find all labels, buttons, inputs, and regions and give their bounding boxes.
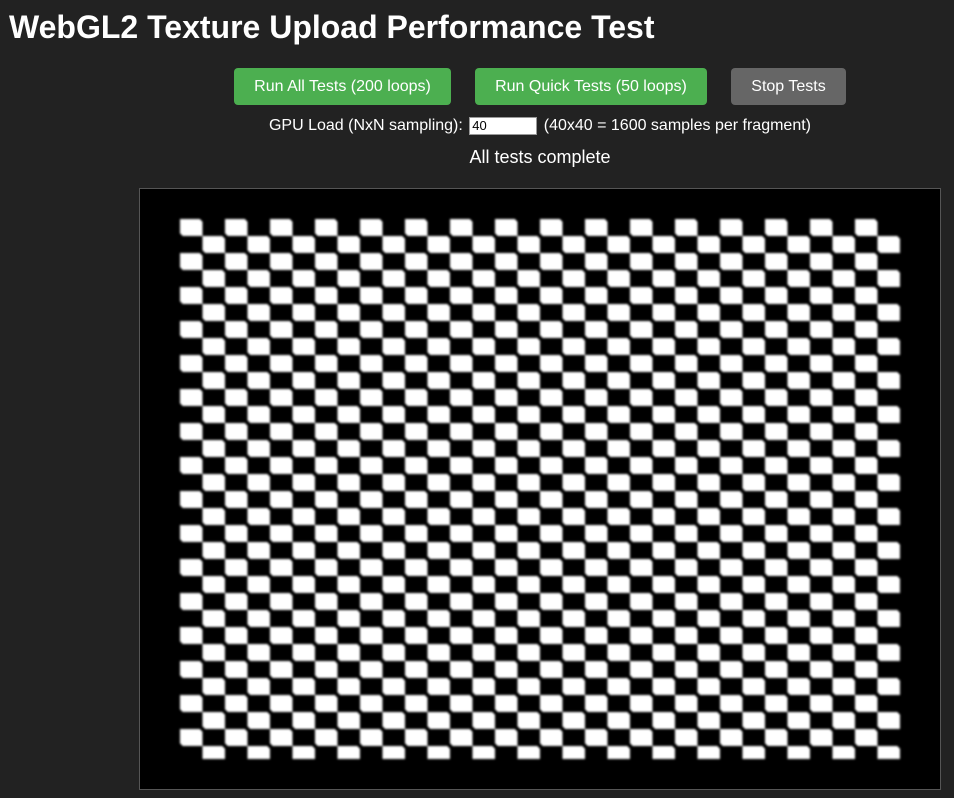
button-row: Run All Tests (200 loops) Run Quick Test…	[0, 68, 954, 106]
page: WebGL2 Texture Upload Performance Test R…	[0, 0, 954, 798]
checkerboard-texture	[180, 219, 900, 759]
gpu-load-row: GPU Load (NxN sampling): (40x40 = 1600 s…	[0, 116, 954, 136]
run-quick-tests-button[interactable]: Run Quick Tests (50 loops)	[475, 68, 707, 105]
gpu-load-note: (40x40 = 1600 samples per fragment)	[543, 117, 811, 134]
gpu-load-input[interactable]	[469, 116, 538, 135]
status-text: All tests complete	[469, 147, 611, 167]
stop-tests-button[interactable]: Stop Tests	[731, 68, 846, 105]
webgl-canvas	[139, 188, 941, 790]
run-all-tests-button[interactable]: Run All Tests (200 loops)	[234, 68, 451, 105]
gpu-load-label: GPU Load (NxN sampling):	[268, 117, 463, 134]
page-title: WebGL2 Texture Upload Performance Test	[9, 9, 655, 45]
